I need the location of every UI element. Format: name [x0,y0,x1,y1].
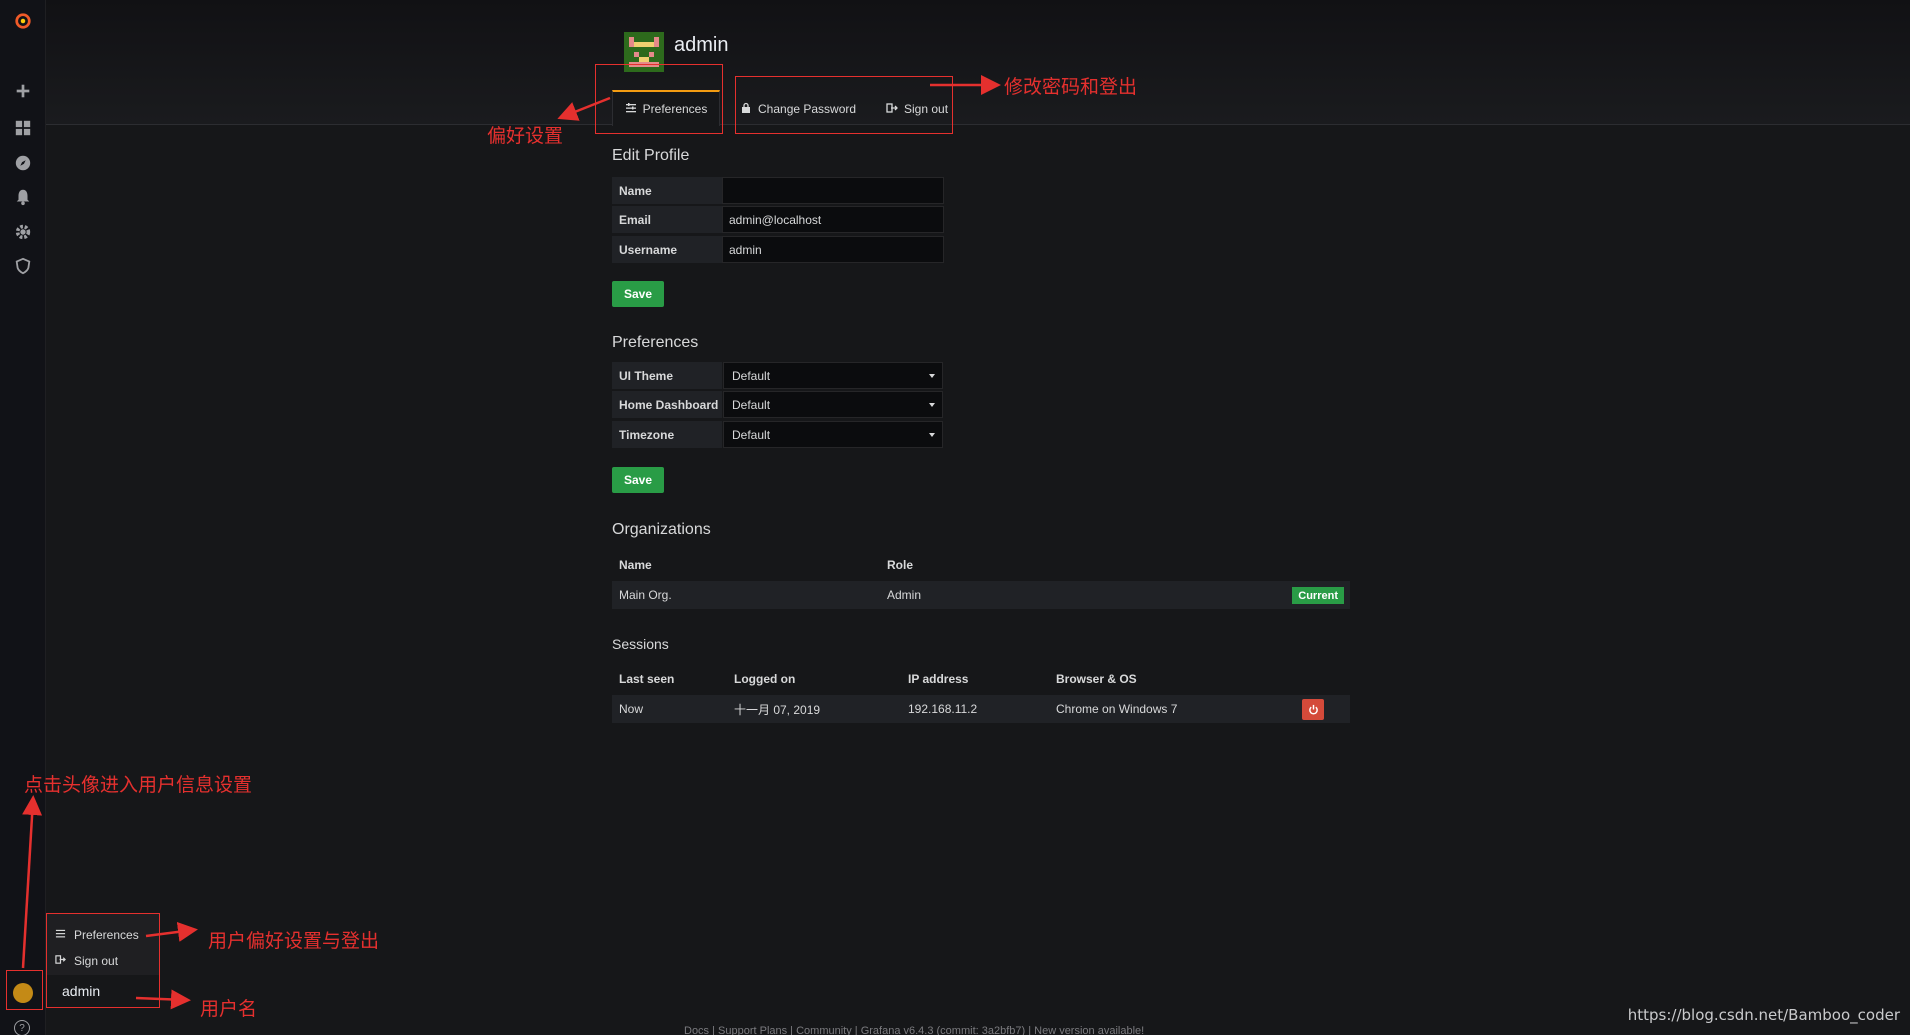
annotation-arrows [21,75,1001,1010]
